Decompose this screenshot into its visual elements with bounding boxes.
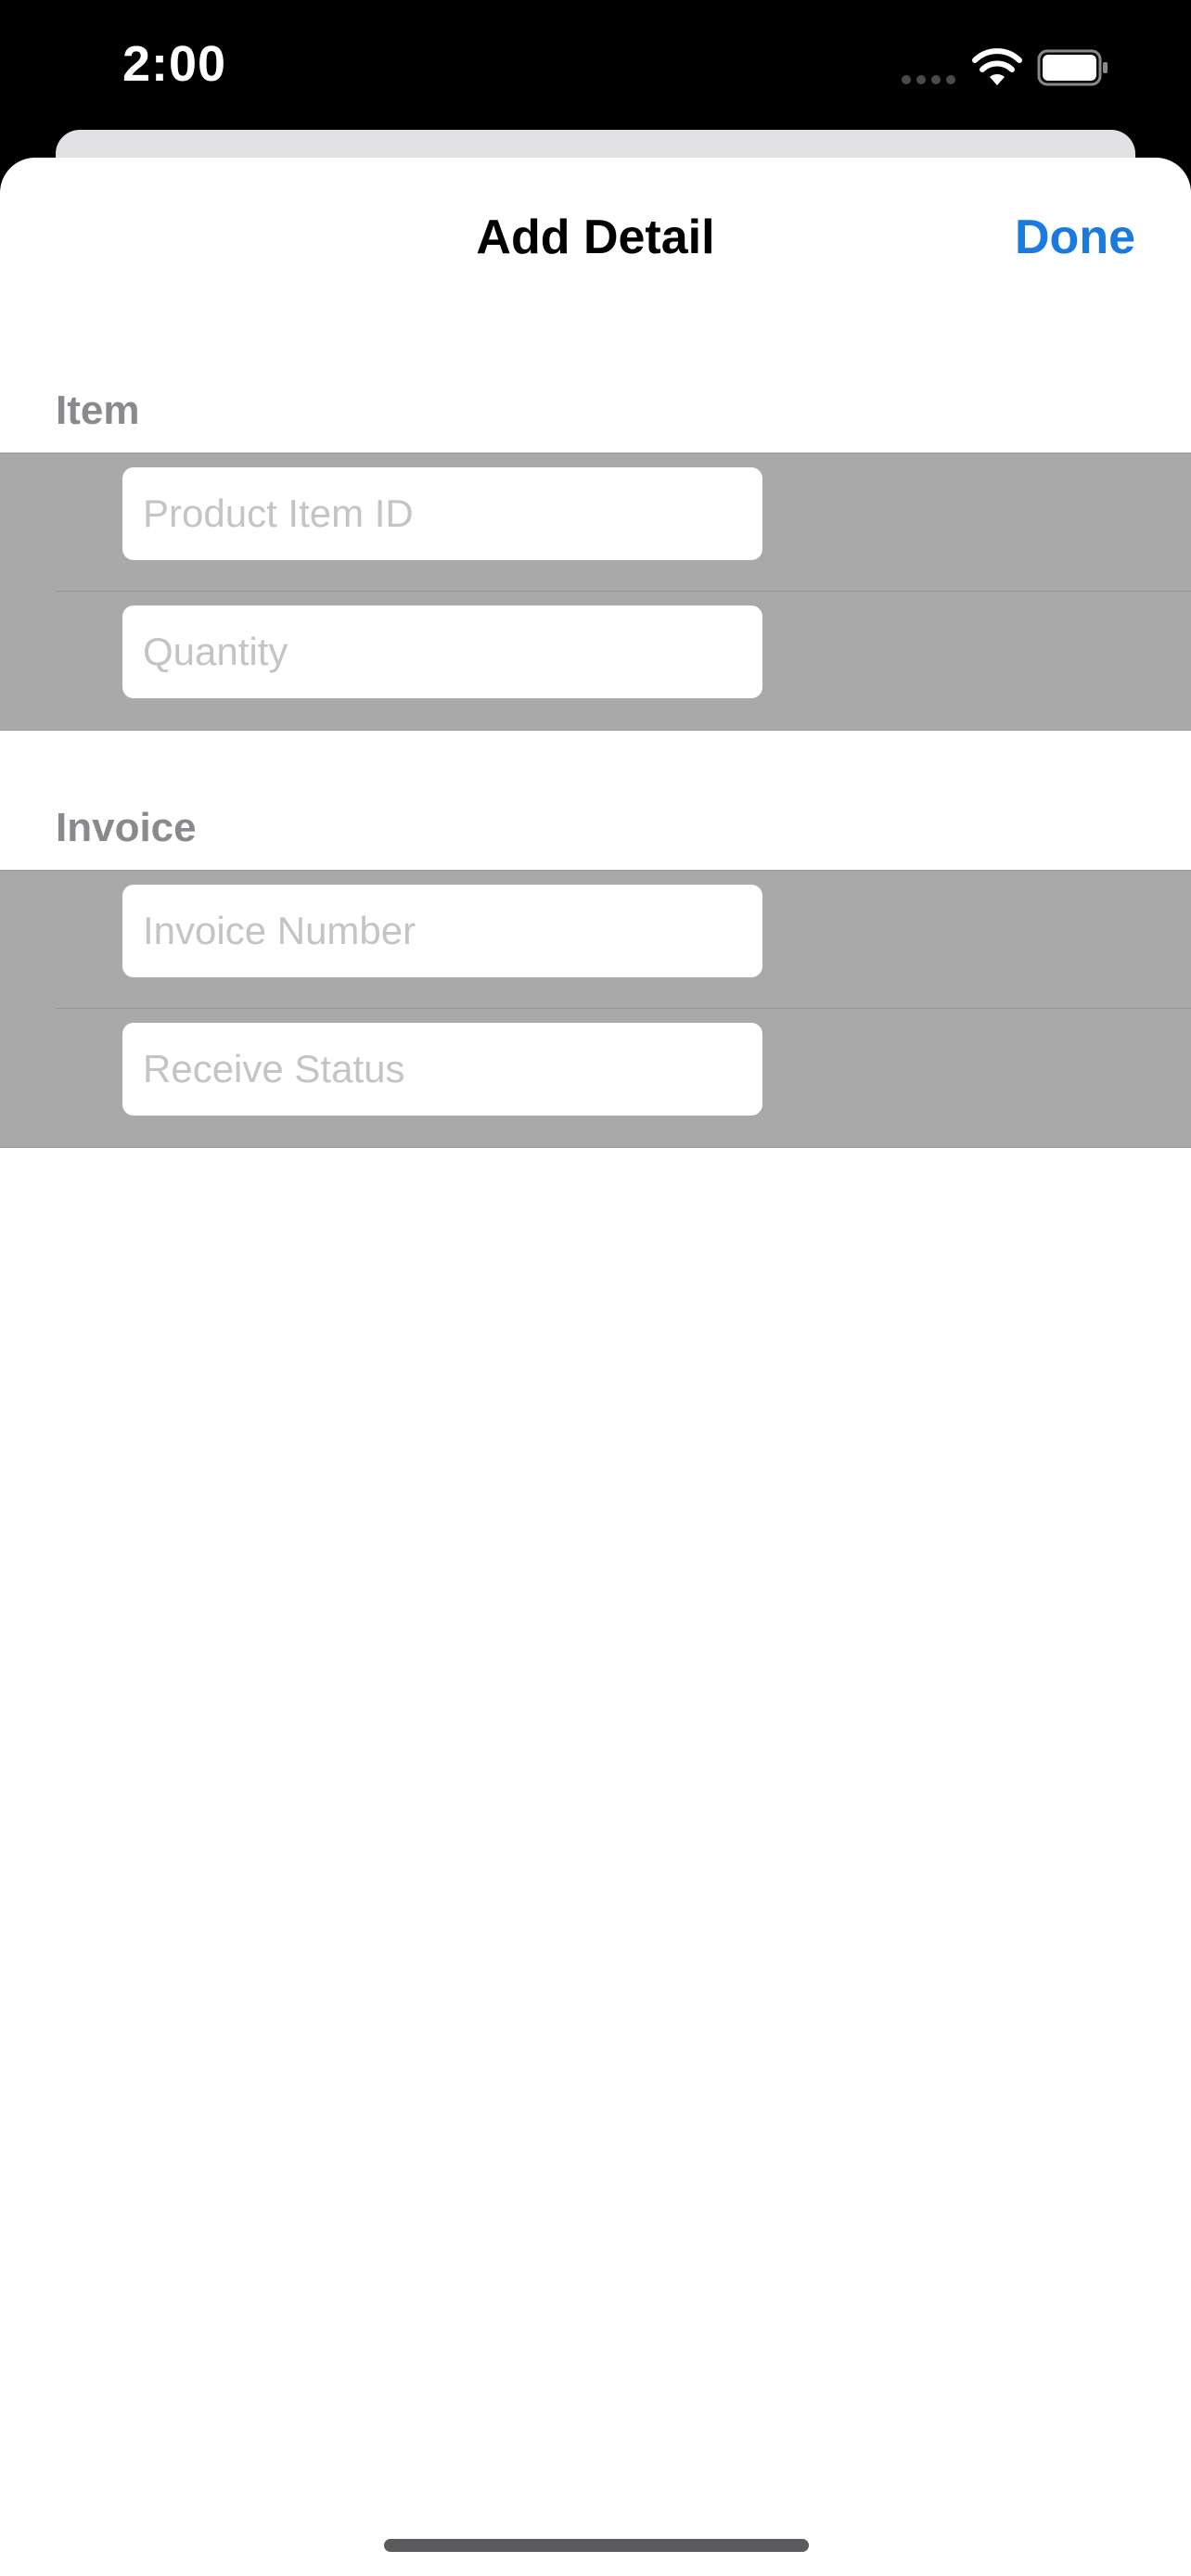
row-separator bbox=[56, 1008, 1191, 1009]
product-item-id-field[interactable] bbox=[122, 467, 762, 560]
quantity-field[interactable] bbox=[122, 606, 762, 698]
home-indicator[interactable] bbox=[384, 2539, 809, 2552]
wifi-icon bbox=[972, 48, 1022, 85]
row-separator bbox=[56, 591, 1191, 592]
section-header-invoice: Invoice bbox=[56, 805, 197, 850]
cellular-signal-icon bbox=[902, 75, 957, 84]
done-button[interactable]: Done bbox=[1015, 210, 1135, 265]
section-header-item: Item bbox=[56, 388, 140, 433]
section-item bbox=[0, 453, 1191, 731]
add-detail-sheet: Add Detail Done Item Invoice bbox=[0, 158, 1191, 2576]
status-bar: 2:00 bbox=[0, 0, 1191, 130]
invoice-number-field[interactable] bbox=[122, 885, 762, 977]
status-time: 2:00 bbox=[122, 36, 227, 92]
page-title: Add Detail bbox=[476, 210, 715, 264]
section-invoice bbox=[0, 870, 1191, 1148]
receive-status-field[interactable] bbox=[122, 1023, 762, 1116]
battery-icon bbox=[1037, 49, 1108, 86]
